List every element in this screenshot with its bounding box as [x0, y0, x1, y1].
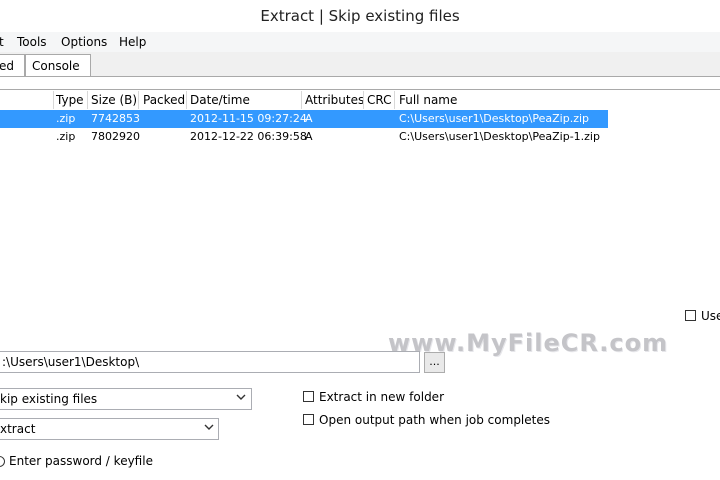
menu-item-options[interactable]: Options [61, 32, 107, 52]
tab-advanced[interactable]: ed [0, 54, 25, 76]
column-separator[interactable] [87, 91, 88, 109]
cell-fullname: C:\Users\user1\Desktop\PeaZip.zip [399, 112, 590, 125]
cell-datetime: 2012-11-15 09:27:24 [190, 112, 307, 125]
cell-size: 7742853 [91, 112, 140, 125]
chevron-down-icon [204, 422, 214, 435]
column-header-datetime[interactable]: Date/time [190, 91, 250, 109]
column-header-attributes[interactable]: Attributes [305, 91, 364, 109]
column-separator[interactable] [394, 91, 395, 109]
column-separator[interactable] [138, 91, 139, 109]
cell-datetime: 2012-12-22 06:39:58 [190, 130, 307, 143]
tab-console[interactable]: Console [25, 54, 91, 76]
use-checkbox-label: Use [701, 309, 720, 323]
open-output-path-label: Open output path when job completes [319, 413, 550, 427]
output-path-value: :\Users\user1\Desktop\ [2, 355, 140, 369]
cell-type: .zip [56, 112, 76, 125]
open-output-path-checkbox[interactable] [303, 414, 314, 425]
column-header-type[interactable]: Type [56, 91, 84, 109]
menu-item-help[interactable]: Help [119, 32, 146, 52]
cell-attributes: A [305, 130, 313, 143]
cell-fullname: C:\Users\user1\Desktop\PeaZip-1.zip [399, 130, 600, 143]
browse-button[interactable]: ... [424, 352, 445, 373]
extract-new-folder-label: Extract in new folder [319, 390, 444, 404]
password-keyfile-label[interactable]: Enter password / keyfile [9, 452, 153, 470]
column-header-fullname[interactable]: Full name [399, 91, 457, 109]
menu-item-tools[interactable]: Tools [17, 32, 47, 52]
column-separator[interactable] [363, 91, 364, 109]
column-separator[interactable] [186, 91, 187, 109]
menu-item-file[interactable]: t [0, 32, 4, 52]
tab-console-label: Console [32, 59, 80, 73]
window-title: Extract | Skip existing files [260, 7, 460, 25]
cell-type: .zip [56, 130, 76, 143]
column-header-size[interactable]: Size (B) [91, 91, 137, 109]
column-header-packed[interactable]: Packed [143, 91, 185, 109]
menu-bar [0, 32, 720, 52]
table-row[interactable]: .zip 7742853 2012-11-15 09:27:24 A C:\Us… [0, 110, 608, 128]
cell-attributes: A [305, 112, 313, 125]
table-row[interactable]: .zip 7802920 2012-12-22 06:39:58 A C:\Us… [0, 128, 608, 146]
extract-new-folder-checkbox[interactable] [303, 391, 314, 402]
tab-strip [0, 52, 720, 77]
column-separator[interactable] [301, 91, 302, 109]
use-checkbox[interactable] [685, 310, 696, 321]
column-header-crc[interactable]: CRC [367, 91, 392, 109]
overwrite-mode-value: kip existing files [0, 392, 98, 406]
cell-size: 7802920 [91, 130, 140, 143]
column-separator[interactable] [53, 91, 54, 109]
tab-advanced-label: ed [0, 59, 14, 73]
extract-mode-value: xtract [0, 422, 36, 436]
chevron-down-icon [236, 392, 246, 405]
